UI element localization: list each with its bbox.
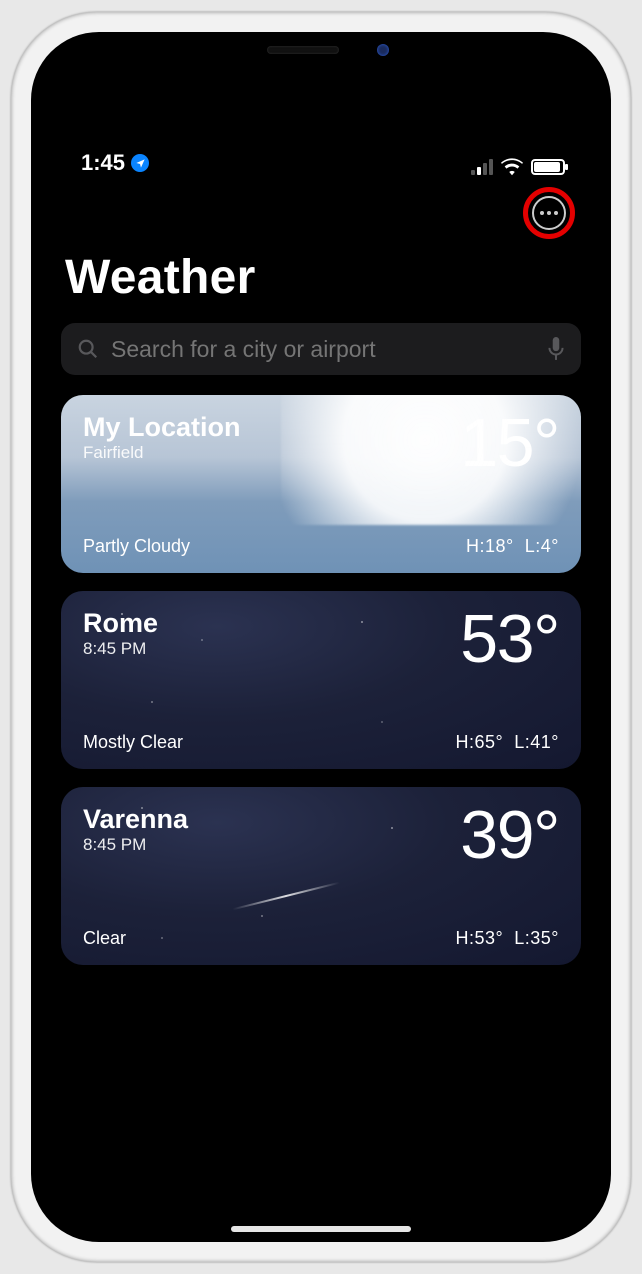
- location-card[interactable]: Rome 8:45 PM 53° Mostly Clear H:65° L:41…: [61, 591, 581, 769]
- speaker-grille: [267, 46, 339, 54]
- location-condition: Mostly Clear: [83, 732, 183, 753]
- location-hilo: H:18° L:4°: [466, 536, 559, 557]
- toolbar: [61, 182, 581, 244]
- location-title: Varenna: [83, 805, 188, 833]
- front-camera: [377, 44, 389, 56]
- more-options-button[interactable]: [532, 196, 566, 230]
- search-input[interactable]: [111, 336, 535, 363]
- shooting-star-icon: [232, 882, 339, 910]
- search-icon: [77, 338, 99, 360]
- screen: 1:45: [31, 32, 611, 1242]
- cellular-signal-icon: [471, 159, 493, 175]
- search-field[interactable]: [61, 323, 581, 375]
- battery-icon: [531, 159, 565, 175]
- status-left: 1:45: [61, 150, 149, 176]
- phone-bezel: 1:45: [31, 32, 611, 1242]
- status-right: [471, 158, 581, 176]
- annotation-highlight-ring: [523, 187, 575, 239]
- microphone-icon[interactable]: [547, 337, 565, 361]
- location-temp: 15°: [460, 413, 559, 474]
- location-hilo: H:53° L:35°: [456, 928, 559, 949]
- wifi-icon: [501, 158, 523, 176]
- location-subtitle: Fairfield: [83, 443, 241, 463]
- ellipsis-icon: [540, 211, 544, 215]
- phone-frame: 1:45: [11, 12, 631, 1262]
- location-card[interactable]: Varenna 8:45 PM 39° Clear H:53° L:35°: [61, 787, 581, 965]
- location-condition: Clear: [83, 928, 126, 949]
- device-notch: [191, 32, 451, 68]
- location-card[interactable]: My Location Fairfield 15° Partly Cloudy …: [61, 395, 581, 573]
- locations-list: My Location Fairfield 15° Partly Cloudy …: [61, 395, 581, 965]
- location-services-icon: [131, 154, 149, 172]
- home-indicator[interactable]: [231, 1226, 411, 1232]
- status-time: 1:45: [81, 150, 125, 176]
- location-subtitle: 8:45 PM: [83, 835, 188, 855]
- location-condition: Partly Cloudy: [83, 536, 190, 557]
- location-subtitle: 8:45 PM: [83, 639, 158, 659]
- location-temp: 53°: [460, 609, 559, 670]
- location-title: My Location: [83, 413, 241, 441]
- location-hilo: H:65° L:41°: [456, 732, 559, 753]
- page-title: Weather: [61, 244, 581, 323]
- location-temp: 39°: [460, 805, 559, 866]
